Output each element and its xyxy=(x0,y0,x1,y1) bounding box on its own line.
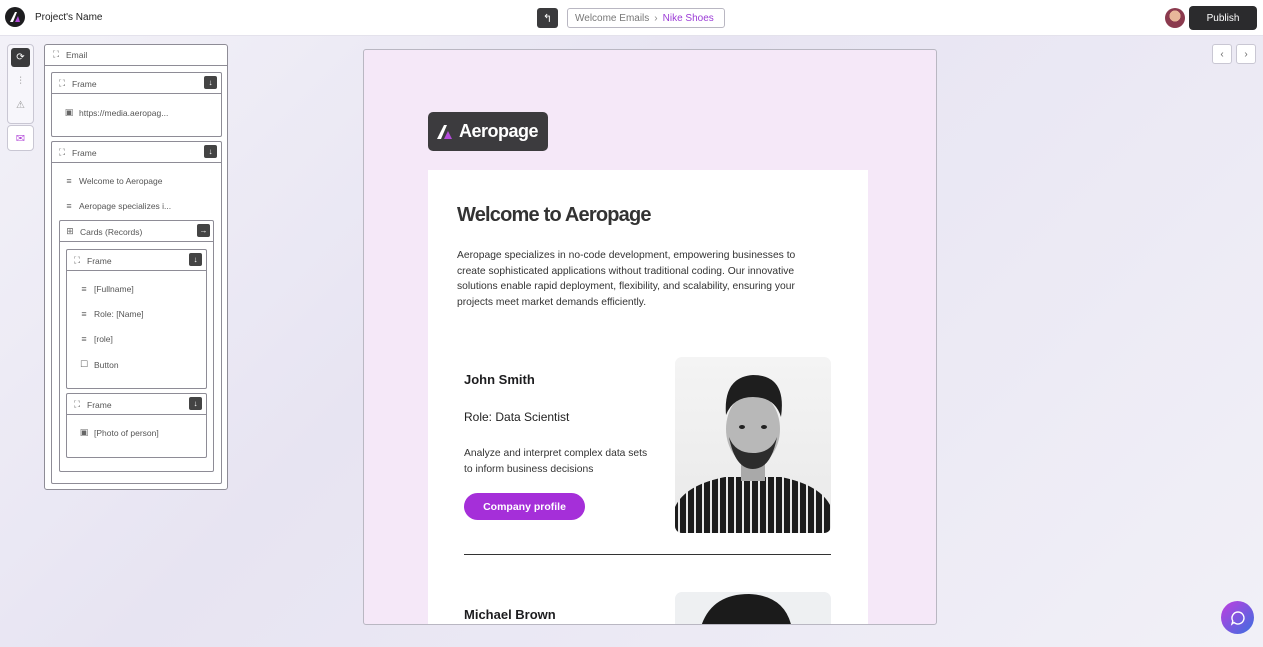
text-icon: ≡ xyxy=(81,334,87,344)
tree-label: Frame xyxy=(72,147,97,158)
tree-text-item[interactable]: ≡ [role] xyxy=(79,334,113,344)
tree-cards-records: ⊞ Cards (Records) → ⛶ Frame ↓ ≡ [Fullnam… xyxy=(59,220,214,472)
frame-icon: ⛶ xyxy=(73,255,81,265)
tree-label: Frame xyxy=(72,78,97,89)
publish-button[interactable]: Publish xyxy=(1189,6,1257,30)
person-description[interactable]: Analyze and interpret complex data sets … xyxy=(464,446,654,477)
tree-label: Frame xyxy=(87,255,112,266)
divider xyxy=(464,554,831,555)
tree-frame-header[interactable]: ⛶ Frame xyxy=(72,399,112,410)
chat-button[interactable] xyxy=(1221,601,1254,634)
tree-label: Button xyxy=(94,359,119,370)
tree-label: [Fullname] xyxy=(94,284,134,294)
chevron-right-icon: › xyxy=(654,12,658,24)
text-icon: ≡ xyxy=(66,176,72,186)
chat-bubble-icon xyxy=(1230,610,1245,626)
tree-button-item[interactable]: ☐ Button xyxy=(79,359,119,370)
layer-tree: ⛶ Email ⛶ Frame ↓ ▣ https://media.aeropa… xyxy=(44,44,228,490)
breadcrumb: Welcome Emails › Nike Shoes xyxy=(567,8,725,28)
tree-frame-2: ⛶ Frame ↓ ≡ Welcome to Aeropage ≡ Aeropa… xyxy=(51,141,222,484)
person-photo-image xyxy=(675,375,831,533)
project-name[interactable]: Project's Name xyxy=(35,12,103,23)
breadcrumb-item[interactable]: Welcome Emails xyxy=(575,13,649,24)
email-intro[interactable]: Aeropage specializes in no-code developm… xyxy=(457,248,825,310)
divider xyxy=(67,414,206,415)
tree-frame-header[interactable]: ⛶ Frame xyxy=(57,147,97,158)
undo-icon: ↰ xyxy=(542,12,553,25)
frame-icon: ⛶ xyxy=(73,399,81,409)
divider xyxy=(52,162,221,163)
person-name[interactable]: John Smith xyxy=(464,372,535,387)
button-icon: ☐ xyxy=(79,359,89,369)
tool-rail: ⟳ ⫶ ⚠ xyxy=(7,44,34,124)
undo-button[interactable]: ↰ xyxy=(537,8,558,28)
divider xyxy=(52,93,221,94)
avatar[interactable] xyxy=(1165,8,1185,28)
tree-frame-header[interactable]: ⛶ Frame xyxy=(57,78,97,89)
tree-label: Email xyxy=(66,49,88,60)
divider xyxy=(60,241,213,242)
company-profile-button[interactable]: Company profile xyxy=(464,493,585,520)
tree-label: Role: [Name] xyxy=(94,309,144,319)
text-icon: ≡ xyxy=(81,309,87,319)
arrow-right-icon[interactable]: → xyxy=(197,224,210,237)
person-photo[interactable] xyxy=(675,592,831,624)
prev-button[interactable]: ‹ xyxy=(1212,44,1232,64)
tree-frame-b: ⛶ Frame ↓ ▣ [Photo of person] xyxy=(66,393,207,458)
mail-icon[interactable]: ✉ xyxy=(7,125,34,151)
arrow-down-icon[interactable]: ↓ xyxy=(204,145,217,158)
text-icon: ≡ xyxy=(81,284,87,294)
image-icon: ▣ xyxy=(64,107,74,117)
breadcrumb-item-current[interactable]: Nike Shoes xyxy=(663,13,714,24)
app-logo-icon[interactable] xyxy=(5,7,25,27)
frame-icon: ⛶ xyxy=(58,78,66,88)
email-title[interactable]: Welcome to Aeropage xyxy=(457,204,652,227)
arrow-down-icon[interactable]: ↓ xyxy=(189,253,202,266)
tree-frame-1: ⛶ Frame ↓ ▣ https://media.aeropag... xyxy=(51,72,222,137)
text-icon: ≡ xyxy=(66,201,72,211)
email-canvas[interactable]: Aeropage Welcome to Aeropage Aeropage sp… xyxy=(363,49,937,625)
tree-label: Cards (Records) xyxy=(80,226,143,237)
email-card[interactable]: Welcome to Aeropage Aeropage specializes… xyxy=(428,170,868,624)
arrow-down-icon[interactable]: ↓ xyxy=(189,397,202,410)
next-button[interactable]: › xyxy=(1236,44,1256,64)
tree-frame-header[interactable]: ⛶ Frame xyxy=(72,255,112,266)
frame-icon: ⛶ xyxy=(58,147,66,157)
chevron-right-icon: › xyxy=(1244,48,1248,60)
tree-label: Welcome to Aeropage xyxy=(79,176,163,186)
tree-text-item[interactable]: ≡ [Fullname] xyxy=(79,284,134,294)
tree-label: Frame xyxy=(87,399,112,410)
aeropage-logo-icon xyxy=(437,124,452,139)
top-bar: Project's Name ↰ Welcome Emails › Nike S… xyxy=(0,0,1263,36)
sliders-icon[interactable]: ⫶ xyxy=(11,72,30,91)
tree-label: https://media.aeropag... xyxy=(79,107,169,118)
tree-text-item[interactable]: ≡ Aeropage specializes i... xyxy=(64,201,171,211)
tree-label: [role] xyxy=(94,334,113,344)
tree-root-email[interactable]: ⛶ Email xyxy=(51,49,87,60)
warning-icon[interactable]: ⚠ xyxy=(11,96,30,115)
person-photo-image xyxy=(702,594,791,624)
image-icon: ▣ xyxy=(79,427,89,437)
divider xyxy=(45,65,227,66)
brand-logo[interactable]: Aeropage xyxy=(428,112,548,151)
frame-icon: ⛶ xyxy=(52,49,60,59)
tree-frame-a: ⛶ Frame ↓ ≡ [Fullname] ≡ Role: [Name] ≡ … xyxy=(66,249,207,389)
tree-image-item[interactable]: ▣ [Photo of person] xyxy=(79,427,159,438)
arrow-down-icon[interactable]: ↓ xyxy=(204,76,217,89)
grid-icon: ⊞ xyxy=(66,226,74,236)
tree-image-item[interactable]: ▣ https://media.aeropag... xyxy=(64,107,169,118)
person-photo[interactable] xyxy=(675,357,831,533)
tree-cards-header[interactable]: ⊞ Cards (Records) xyxy=(65,226,142,237)
chevron-left-icon: ‹ xyxy=(1220,48,1224,60)
tree-label: [Photo of person] xyxy=(94,427,159,438)
person-name[interactable]: Michael Brown xyxy=(464,607,556,622)
tree-text-item[interactable]: ≡ Role: [Name] xyxy=(79,309,144,319)
divider xyxy=(67,270,206,271)
brand-name: Aeropage xyxy=(459,121,539,141)
tree-text-item[interactable]: ≡ Welcome to Aeropage xyxy=(64,176,162,186)
tree-label: Aeropage specializes i... xyxy=(79,201,172,211)
refresh-icon[interactable]: ⟳ xyxy=(11,48,30,67)
person-role[interactable]: Role: Data Scientist xyxy=(464,410,569,424)
